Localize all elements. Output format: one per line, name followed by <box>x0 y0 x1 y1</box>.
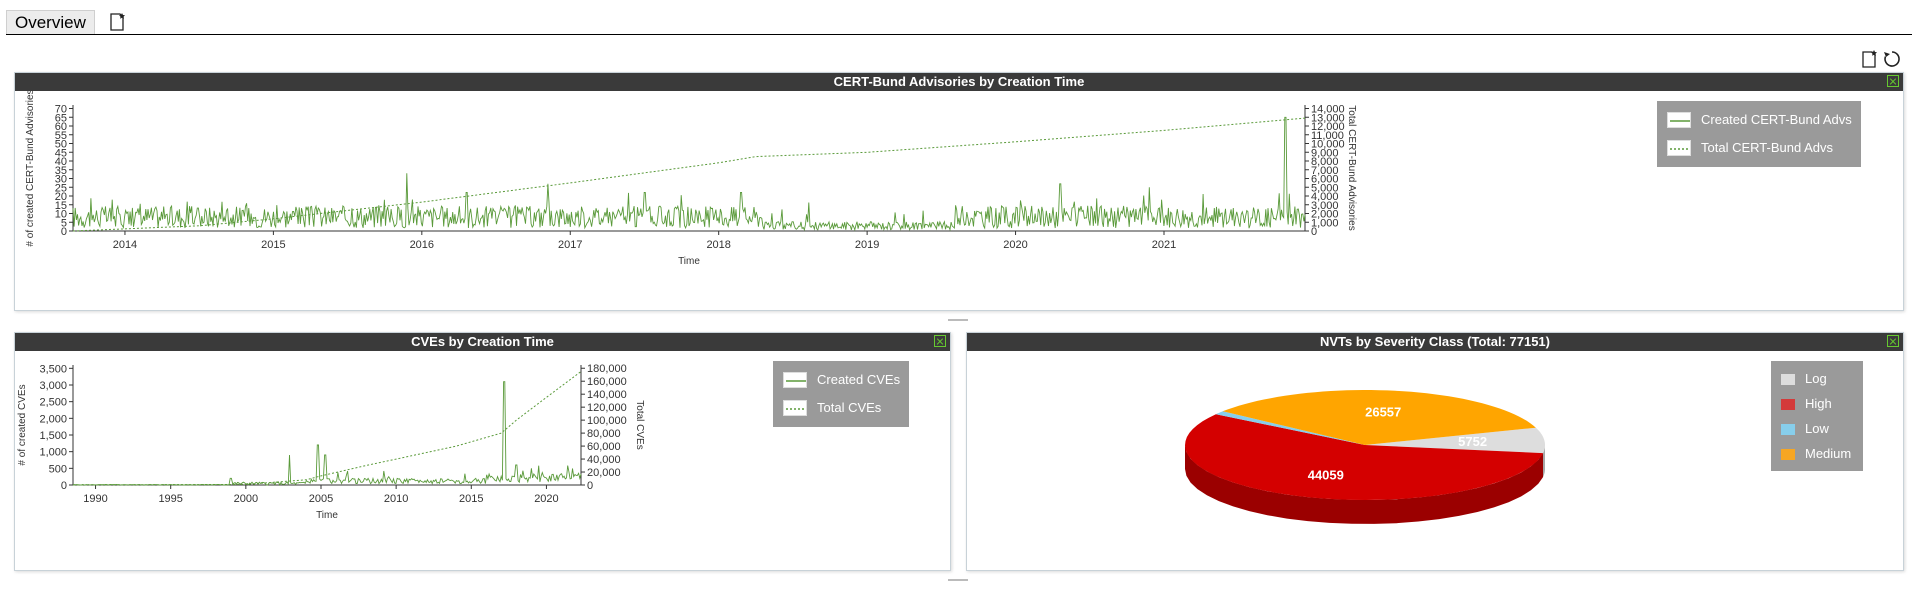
x-tick-label: 2010 <box>384 493 408 505</box>
y2-tick-label: 80,000 <box>587 428 621 440</box>
y2-tick-label: 60,000 <box>587 441 621 453</box>
x-tick-label: 1995 <box>158 493 182 505</box>
tab-overview-label: Overview <box>15 13 86 32</box>
y2-tick-label: 0 <box>587 480 593 492</box>
cves-close-icon[interactable] <box>934 335 946 347</box>
certbund-close-icon[interactable] <box>1887 75 1899 87</box>
x-axis-label: Time <box>678 256 700 267</box>
y2-tick-label: 100,000 <box>587 415 627 427</box>
dashboard-tabbar: Overview <box>6 10 1912 36</box>
x-tick-label: 2015 <box>261 239 285 251</box>
x-tick-label: 1990 <box>83 493 107 505</box>
y2-axis-label: Total CVEs <box>634 400 645 449</box>
cves-panel-title: CVEs by Creation Time <box>15 333 950 351</box>
y2-tick-label: 120,000 <box>587 402 627 414</box>
y-axis-label: # of created CVEs <box>17 384 28 465</box>
x-tick-label: 2020 <box>534 493 558 505</box>
x-tick-label: 2019 <box>855 239 879 251</box>
x-tick-label: 2000 <box>234 493 258 505</box>
x-tick-label: 2020 <box>1003 239 1027 251</box>
legend-swatch-high <box>1781 399 1795 410</box>
legend-swatch-low <box>1781 424 1795 435</box>
x-tick-label: 2016 <box>410 239 434 251</box>
y-axis-label: # of created CERT-Bund Advisories <box>25 91 36 247</box>
add-dashboard-icon[interactable] <box>108 12 128 32</box>
y-tick-label: 1,500 <box>39 430 67 442</box>
y2-axis-label: Total CERT-Bund Advisories <box>1346 105 1357 230</box>
y-tick-label: 1,000 <box>39 447 67 459</box>
x-axis-label: Time <box>316 510 338 521</box>
certbund-panel-title: CERT-Bund Advisories by Creation Time <box>15 73 1903 91</box>
cves-panel: CVEs by Creation Time 0 500 1,000 1,500 2,00… <box>14 332 951 571</box>
pie-data-label: 44059 <box>1308 468 1344 483</box>
legend-swatch-dotted <box>1667 140 1691 156</box>
y-tick-label: 2,500 <box>39 397 67 409</box>
certbund-chart: 051015202530354045505560657001,0002,0003… <box>25 91 1357 267</box>
certbund-panel: CERT-Bund Advisories by Creation Time 05… <box>14 72 1904 311</box>
legend-label: Medium <box>1805 446 1852 461</box>
y-tick-label: 70 <box>55 104 67 116</box>
legend-swatch-dotted <box>783 400 807 416</box>
x-tick-label: 2017 <box>558 239 582 251</box>
reset-icon[interactable] <box>1882 49 1902 69</box>
certbund-legend: Created CERT-Bund Advs Total CERT-Bund A… <box>1657 101 1861 167</box>
y2-tick-label: 140,000 <box>587 389 627 401</box>
created-series-line <box>72 381 582 486</box>
legend-label: Created CERT-Bund Advs <box>1701 112 1852 127</box>
x-tick-label: 2015 <box>459 493 483 505</box>
y2-tick-label: 40,000 <box>587 454 621 466</box>
y2-tick-label: 14,000 <box>1311 104 1345 116</box>
legend-swatch-log <box>1781 374 1795 385</box>
y2-tick-label: 160,000 <box>587 376 627 388</box>
dashboard-toolbar <box>1860 49 1904 69</box>
legend-swatch-medium <box>1781 449 1795 460</box>
x-tick-label: 2005 <box>309 493 333 505</box>
legend-label: High <box>1805 396 1832 411</box>
legend-label: Low <box>1805 421 1829 436</box>
tabbar-divider <box>6 34 1912 35</box>
nvts-pie-chart: 5752 44059 26557 <box>1185 390 1545 524</box>
x-tick-label: 2018 <box>706 239 730 251</box>
y-tick-label: 3,500 <box>39 363 67 375</box>
y-tick-label: 2,000 <box>39 413 67 425</box>
nvts-close-icon[interactable] <box>1887 335 1899 347</box>
nvts-panel-title: NVTs by Severity Class (Total: 77151) <box>967 333 1903 351</box>
legend-swatch-solid <box>1667 112 1691 128</box>
row-resize-handle[interactable] <box>948 319 968 321</box>
y-tick-label: 3,000 <box>39 380 67 392</box>
y-tick-label: 0 <box>61 480 67 492</box>
tab-overview[interactable]: Overview <box>6 10 95 34</box>
add-display-icon[interactable] <box>1860 49 1880 69</box>
legend-label: Total CERT-Bund Advs <box>1701 140 1833 155</box>
y2-tick-label: 180,000 <box>587 363 627 375</box>
legend-label: Created CVEs <box>817 372 901 387</box>
y2-tick-label: 20,000 <box>587 467 621 479</box>
cves-legend: Created CVEs Total CVEs <box>773 361 909 427</box>
x-tick-label: 2014 <box>113 239 137 251</box>
legend-label: Log <box>1805 371 1827 386</box>
pie-data-label: 26557 <box>1365 405 1401 420</box>
legend-swatch-solid <box>783 372 807 388</box>
row-resize-handle[interactable] <box>948 579 968 581</box>
pie-data-label: 5752 <box>1458 434 1487 449</box>
nvts-legend: Log High Low Medium <box>1771 361 1863 471</box>
y-tick-label: 500 <box>49 463 67 475</box>
nvts-panel: NVTs by Severity Class (Total: 77151) 57… <box>966 332 1904 571</box>
x-tick-label: 2021 <box>1152 239 1176 251</box>
legend-label: Total CVEs <box>817 400 882 415</box>
